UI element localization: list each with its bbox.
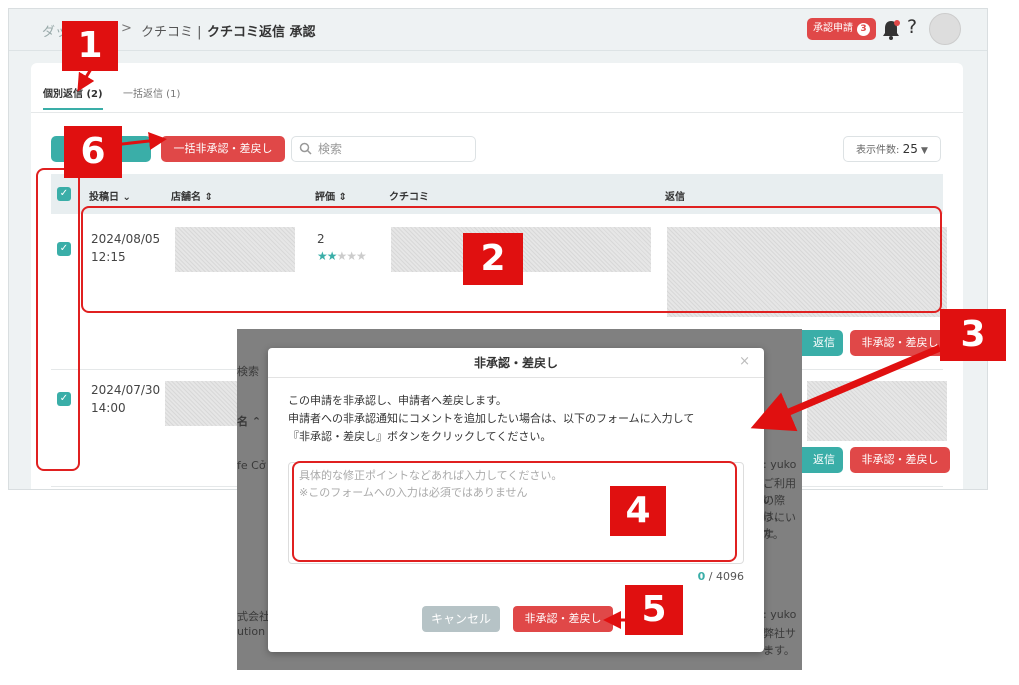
search-placeholder: 検索 [318, 142, 343, 156]
column-rating-header[interactable]: 評価 ⇕ [315, 188, 347, 203]
column-reply-header: 返信 [665, 192, 685, 203]
column-review-header: クチコミ [389, 192, 429, 203]
avatar[interactable] [929, 13, 961, 45]
background-reply-text: ます。 [763, 644, 795, 657]
character-counter: 0 / 4096 [697, 570, 744, 583]
breadcrumb-separator: > [121, 21, 132, 36]
column-date-header[interactable]: 投稿日 ⌄ [89, 188, 131, 203]
callout-4: 4 [610, 486, 666, 536]
close-icon[interactable]: × [739, 354, 750, 369]
approval-request-button[interactable]: 承認申請 3 [807, 18, 876, 40]
callout-5: 5 [625, 585, 683, 635]
background-header-text: 名 ⌃ [237, 415, 262, 428]
approval-request-count: 3 [857, 22, 870, 36]
per-page-select[interactable]: 表示件数: 25 ▼ [843, 136, 941, 162]
column-store-header[interactable]: 店舗名 ⇕ [171, 188, 213, 203]
search-icon [299, 142, 312, 155]
store-name-redacted [165, 381, 245, 426]
submit-reject-button[interactable]: 非承認・差戻し [513, 606, 613, 632]
checkbox-column-highlight [36, 168, 80, 471]
search-input[interactable]: 検索 [291, 136, 476, 162]
background-store-text: 式会社 [237, 610, 270, 623]
cancel-button[interactable]: キャンセル [422, 606, 500, 632]
help-icon[interactable]: ? [907, 16, 917, 38]
per-page-label: 表示件数: [856, 145, 900, 156]
modal-description: この申請を非承認し、申請者へ差戻します。 申請者への非承認通知にコメントを追加し… [288, 394, 695, 443]
background-reply-text: : yuko [763, 608, 797, 621]
background-search-text: 検索 [237, 365, 259, 378]
bulk-reject-button[interactable]: 一括非承認・差戻し [161, 136, 285, 162]
bell-icon[interactable] [881, 19, 901, 41]
chevron-down-icon: ▼ [921, 146, 928, 156]
reject-button[interactable]: 非承認・差戻し [850, 330, 950, 356]
callout-6: 6 [64, 126, 122, 178]
background-store-text: ution [237, 625, 266, 638]
textarea-highlight [292, 461, 737, 562]
callout-3: 3 [940, 309, 1006, 361]
reply-text-redacted [807, 381, 947, 441]
reject-button[interactable]: 非承認・差戻し [850, 447, 950, 473]
per-page-value: 25 [902, 142, 918, 156]
page-title: クチコミ返信 承認 [207, 25, 316, 40]
approval-request-label: 承認申請 [813, 23, 853, 34]
callout-1: 1 [62, 21, 118, 71]
background-reply-text: す。 [763, 528, 784, 541]
top-bar: ダッ > クチコミ | クチコミ返信 承認 承認申請 3 ? [9, 9, 987, 51]
row-date: 2024/07/30 14:00 [91, 383, 161, 415]
tab-bulk-reply[interactable]: 一括返信 (1) [123, 85, 180, 108]
modal-title: 非承認・差戻し [268, 348, 764, 378]
breadcrumb-reviews[interactable]: クチコミ | [141, 21, 202, 40]
tab-individual-reply[interactable]: 個別返信 (2) [43, 85, 103, 110]
callout-2: 2 [463, 233, 523, 285]
tab-divider [31, 112, 963, 113]
background-reply-text: : yuko [763, 458, 797, 471]
